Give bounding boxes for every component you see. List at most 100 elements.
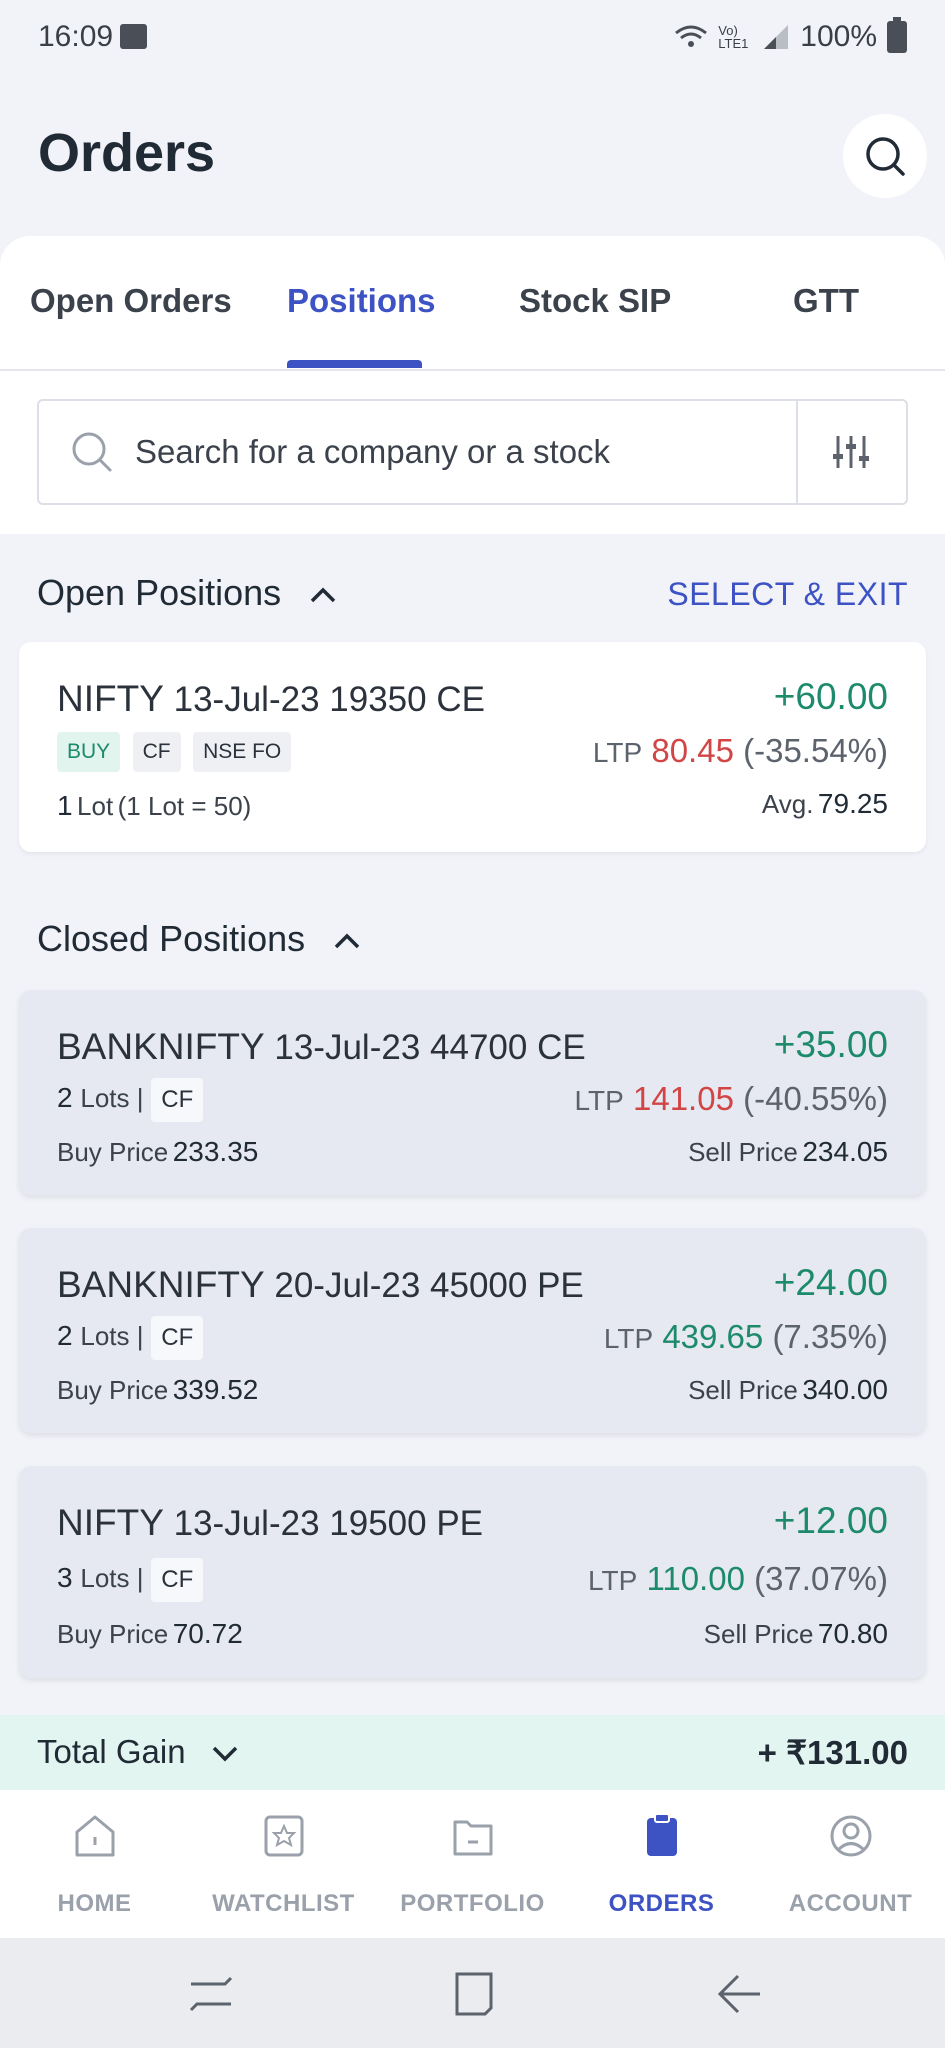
position-symbol: BANKNIFTY [57, 1026, 265, 1067]
closed-position-card[interactable]: NIFTY 13-Jul-23 19500 PE +12.00 3 Lots |… [19, 1466, 926, 1678]
lots-label: Lots | [80, 1083, 144, 1113]
bottom-nav: HOME WATCHLIST PORTFOLIO ORDERS ACCOUNT [0, 1790, 945, 1938]
ltp-change: (-35.54%) [743, 732, 888, 769]
chevron-down-icon [212, 1747, 238, 1762]
ltp-price: 80.45 [651, 732, 734, 769]
open-positions-title: Open Positions [37, 572, 282, 613]
cf-tag: CF [151, 1078, 204, 1122]
avg-value: 79.25 [817, 788, 888, 819]
tab-stock-sip[interactable]: Stock SIP [519, 282, 671, 320]
nav-orders-label: ORDERS [608, 1890, 715, 1917]
sell-price-row: Sell Price 340.00 [688, 1374, 888, 1406]
ltp-price: 439.65 [662, 1318, 764, 1355]
buy-price-value: 233.35 [172, 1136, 259, 1167]
nav-account-label: ACCOUNT [788, 1890, 913, 1917]
nav-portfolio[interactable]: PORTFOLIO [378, 1790, 567, 1938]
sell-price-row: Sell Price 70.80 [704, 1618, 888, 1650]
nav-watchlist[interactable]: WATCHLIST [189, 1790, 378, 1938]
back-arrow-icon[interactable] [712, 1966, 768, 2022]
buy-tag: BUY [57, 732, 121, 772]
status-bar: 16:09 Vo) LTE1 100% [0, 0, 945, 76]
nav-account[interactable]: ACCOUNT [756, 1790, 945, 1938]
ltp-change: (37.07%) [754, 1560, 888, 1597]
buy-price-label: Buy Price [57, 1137, 169, 1167]
select-exit-button[interactable]: SELECT & EXIT [667, 576, 908, 613]
sell-price-value: 234.05 [802, 1136, 888, 1167]
search-placeholder: Search for a company or a stock [135, 433, 611, 470]
position-symbol-row: BANKNIFTY 13-Jul-23 44700 CE [57, 1026, 586, 1068]
lot-size: (1 Lot = 50) [117, 791, 252, 821]
search-button[interactable] [843, 114, 927, 198]
home-icon [75, 1815, 115, 1857]
nav-home[interactable]: HOME [0, 1790, 189, 1938]
recents-icon[interactable] [183, 1966, 239, 2022]
position-symbol-row: NIFTY 13-Jul-23 19500 PE [57, 1502, 483, 1544]
lots-row: 1 Lot (1 Lot = 50) [57, 790, 251, 822]
avg-row: Avg. 79.25 [762, 788, 888, 820]
buy-price-label: Buy Price [57, 1375, 169, 1405]
open-positions-header[interactable]: Open Positions [37, 572, 337, 614]
search-icon [72, 432, 112, 472]
ltp-row: LTP 439.65 (7.35%) [604, 1318, 888, 1356]
status-time: 16:09 [38, 20, 114, 53]
position-pnl: +24.00 [773, 1262, 888, 1303]
folder-icon [453, 1820, 493, 1856]
battery-icon [887, 17, 907, 53]
tab-open-orders[interactable]: Open Orders [30, 282, 232, 320]
closed-positions-header[interactable]: Closed Positions [37, 918, 361, 960]
lots-label: Lots | [80, 1563, 144, 1593]
position-symbol: NIFTY [57, 1502, 164, 1543]
search-icon [866, 137, 905, 176]
buy-price-value: 70.72 [172, 1618, 243, 1649]
closed-position-card[interactable]: BANKNIFTY 13-Jul-23 44700 CE +35.00 2 Lo… [19, 990, 926, 1195]
ltp-change: (7.35%) [772, 1318, 888, 1355]
search-section: Search for a company or a stock [0, 371, 945, 534]
tab-positions[interactable]: Positions [287, 282, 436, 320]
ltp-price: 141.05 [633, 1080, 734, 1117]
lots-count: 2 [57, 1320, 73, 1351]
chevron-up-icon [310, 588, 336, 603]
app-notification-icon [120, 24, 147, 49]
lots-count: 1 [57, 790, 73, 821]
position-contract: 20-Jul-23 45000 PE [274, 1266, 584, 1305]
filter-icon[interactable] [832, 434, 870, 470]
ltp-price: 110.00 [646, 1560, 745, 1597]
closed-positions-title: Closed Positions [37, 918, 306, 959]
tab-active-indicator [287, 360, 422, 368]
ltp-label: LTP [574, 1085, 624, 1116]
page-title: Orders [38, 123, 216, 183]
clipboard-icon [647, 1813, 677, 1856]
position-pnl: +35.00 [773, 1024, 888, 1065]
open-position-card[interactable]: NIFTY 13-Jul-23 19350 CE +60.00 BUY CF N… [19, 642, 926, 852]
lots-count: 2 [57, 1082, 73, 1113]
cf-tag: CF [151, 1558, 204, 1602]
buy-price-value: 339.52 [172, 1374, 259, 1405]
ltp-label: LTP [592, 737, 643, 768]
position-contract: 13-Jul-23 44700 CE [274, 1028, 586, 1067]
battery-percent: 100% [800, 20, 877, 53]
lots-label: Lots | [80, 1321, 144, 1351]
position-pnl: +12.00 [773, 1500, 888, 1541]
lots-row: 3 Lots | CF [57, 1558, 211, 1602]
position-pnl: +60.00 [773, 676, 888, 717]
position-symbol-row: NIFTY 13-Jul-23 19350 CE [57, 678, 485, 720]
search-input[interactable]: Search for a company or a stock [37, 399, 908, 505]
nav-watchlist-label: WATCHLIST [212, 1890, 355, 1917]
position-symbol-row: BANKNIFTY 20-Jul-23 45000 PE [57, 1264, 584, 1306]
lots-row: 2 Lots | CF [57, 1078, 211, 1122]
signal-icon [764, 25, 789, 49]
closed-position-card[interactable]: BANKNIFTY 20-Jul-23 45000 PE +24.00 2 Lo… [19, 1228, 926, 1433]
wifi-icon [675, 25, 708, 47]
nav-portfolio-label: PORTFOLIO [400, 1890, 545, 1917]
total-gain-bar[interactable]: Total Gain + ₹131.00 [0, 1715, 945, 1790]
total-gain-label: Total Gain [37, 1733, 186, 1770]
nav-orders[interactable]: ORDERS [567, 1790, 756, 1938]
sell-price-row: Sell Price 234.05 [688, 1136, 888, 1168]
tab-gtt[interactable]: GTT [793, 282, 859, 320]
home-square-icon[interactable] [445, 1966, 501, 2022]
position-contract: 13-Jul-23 19500 PE [173, 1504, 484, 1543]
cf-tag: CF [151, 1316, 204, 1360]
sell-price-label: Sell Price [688, 1375, 798, 1405]
sell-price-value: 340.00 [802, 1374, 888, 1405]
buy-price-row: Buy Price 339.52 [57, 1374, 258, 1406]
